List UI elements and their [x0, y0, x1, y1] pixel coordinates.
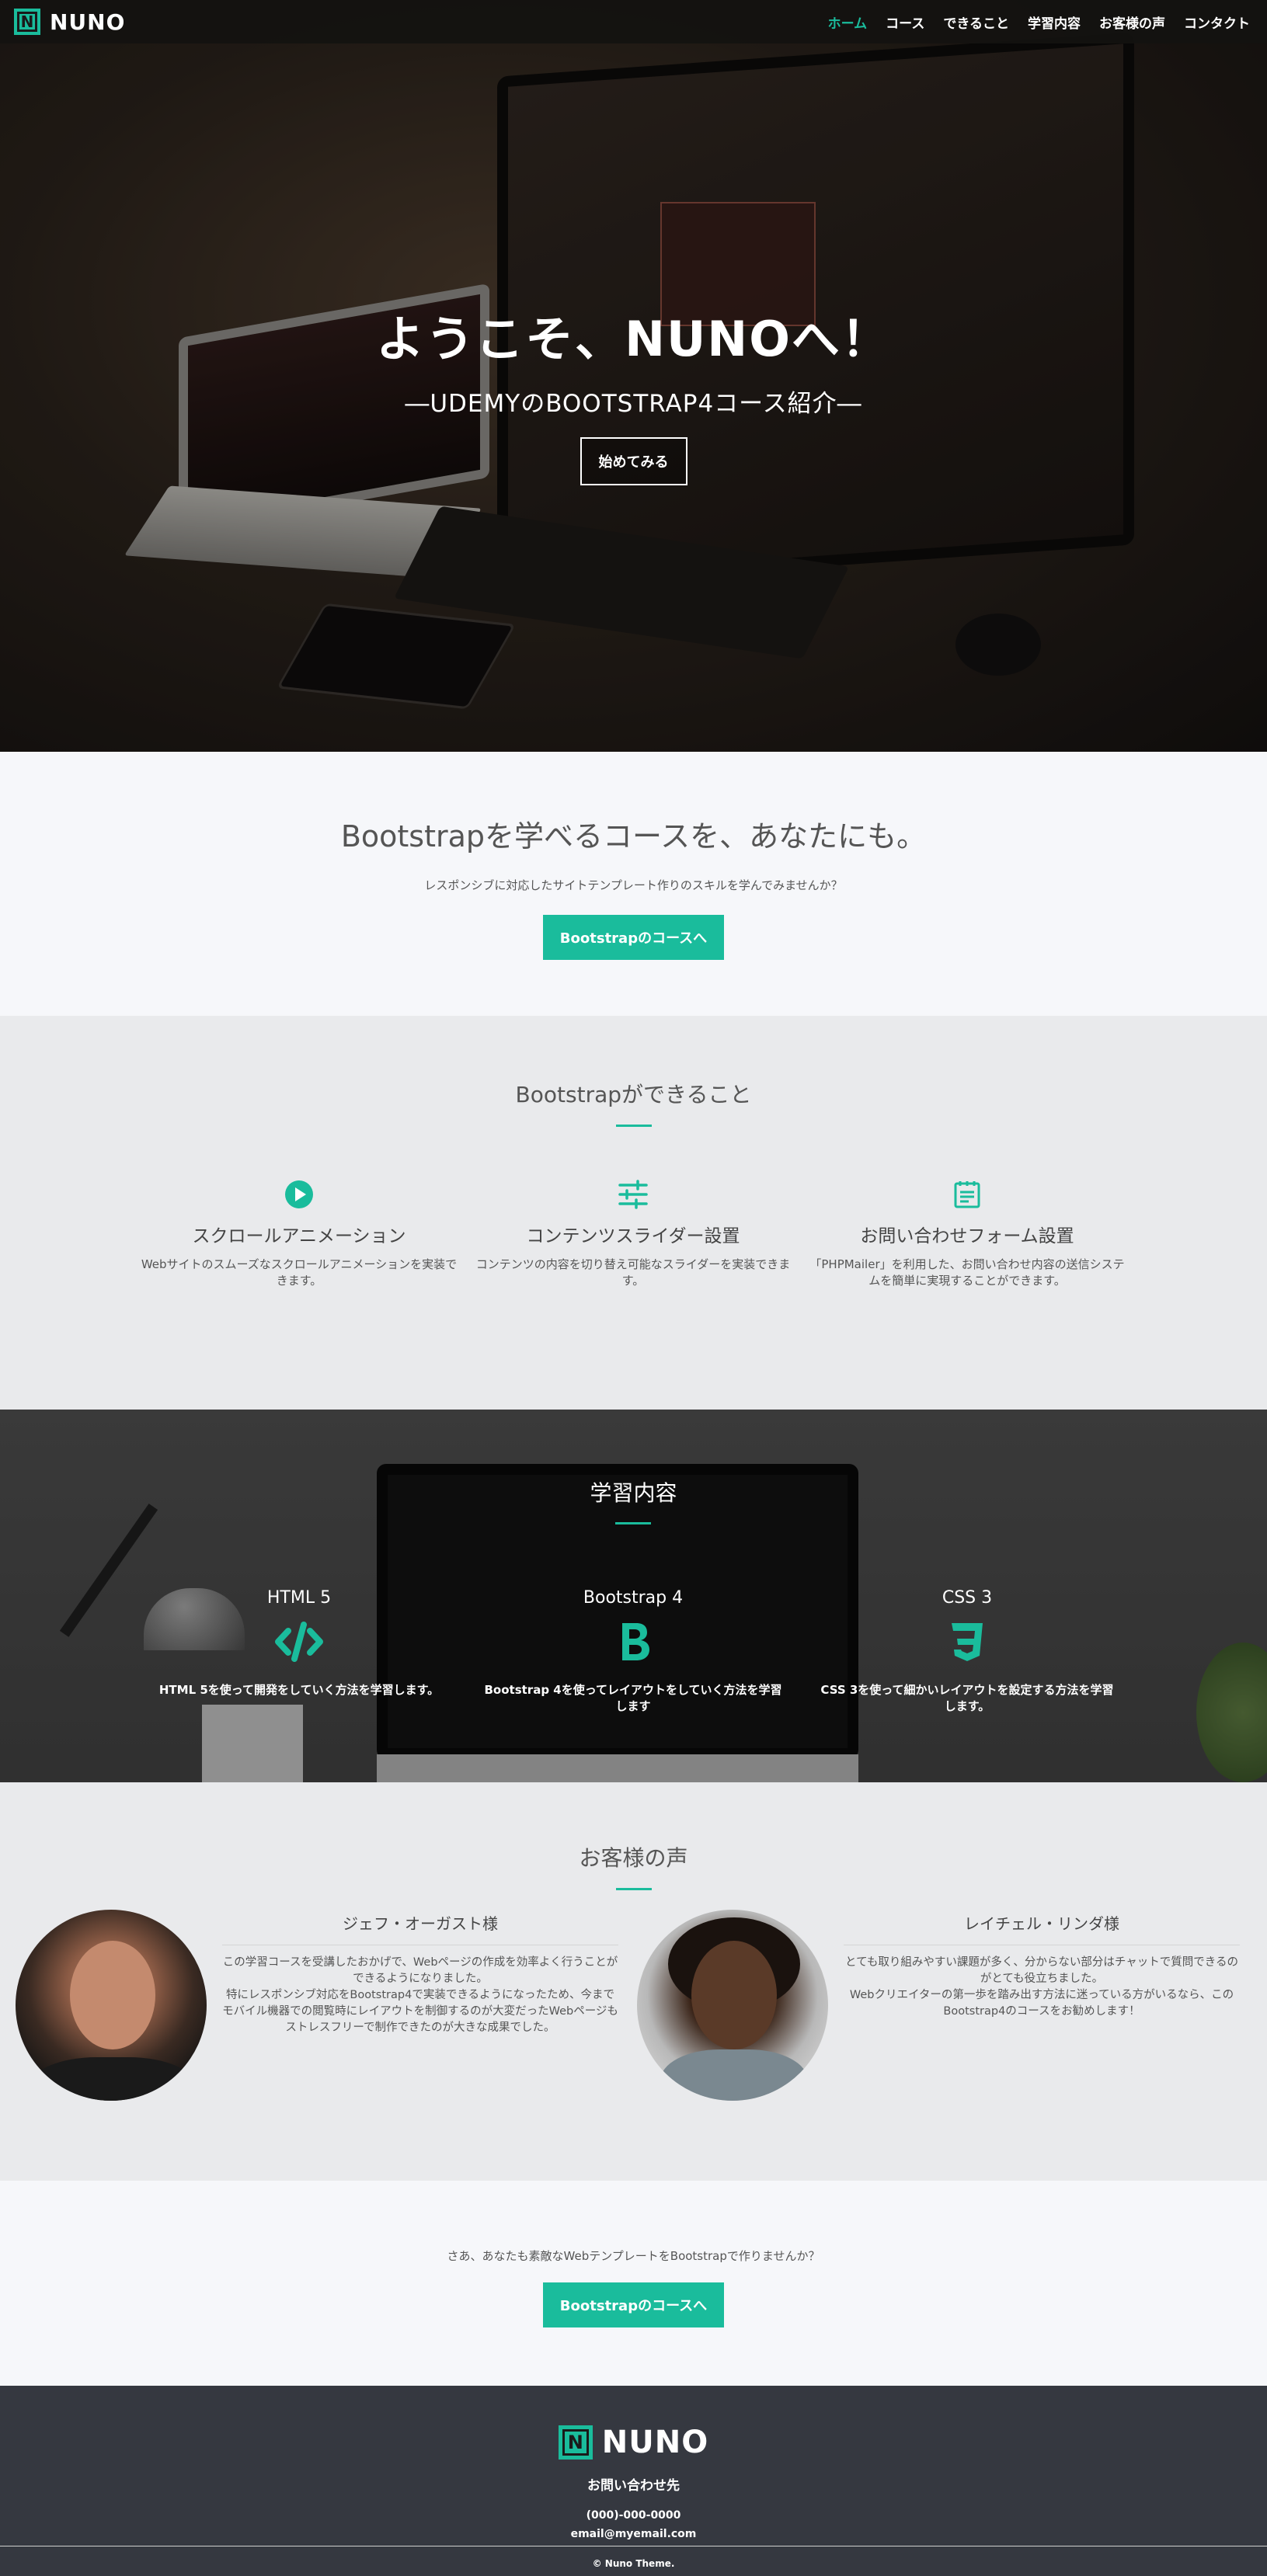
testimonial-text: Webクリエイターの第一歩を踏み出す方法に迷っている方がいるなら、このBoots… [849, 1989, 1234, 2018]
start-button[interactable]: 始めてみる [580, 437, 687, 485]
learn-section: 学習内容 HTML 5 HTML 5を使って開発をしていく方法を学習します。 B… [0, 1410, 1267, 1782]
testimonial-text: 特にレスポンシブ対応をBootstrap4で実装できるようになったため、今までモ… [222, 1989, 618, 2034]
nav-item-features[interactable]: できること [943, 12, 1009, 32]
feature-item-scroll: スクロールアニメーション Webサイトのスムーズなスクロールアニメーションを実装… [132, 1179, 466, 1289]
learn-item-text: CSS 3を使って細かいレイアウトを設定する方法を学習します。 [820, 1683, 1114, 1713]
testimonial-text: この学習コースを受講したおかげで、Webページの作成を効率よく行うことができるよ… [222, 1956, 618, 1985]
avatar [16, 1910, 207, 2101]
navbar: N NUNO ホーム コース できること 学習内容 お客様の声 コンタクト [0, 0, 1267, 43]
feature-text: コンテンツの内容を切り替え可能なスライダーを実装できます。 [475, 1257, 791, 1288]
learn-item-title: HTML 5 [266, 1588, 332, 1608]
course-button[interactable]: Bootstrapのコースへ [542, 915, 725, 960]
logo-n-icon: N [14, 9, 40, 35]
cta-course-button[interactable]: Bootstrapのコースへ [542, 2282, 725, 2327]
testimonial-card: レイチェル・リンダ様 とても取り組みやすい課題が多く、分からない部分はチャットで… [637, 1910, 1258, 2101]
feature-text: Webサイトのスムーズなスクロールアニメーションを実装できます。 [141, 1257, 458, 1288]
learn-item-title: Bootstrap 4 [583, 1588, 684, 1608]
nav-item-contact[interactable]: コンタクト [1184, 12, 1250, 32]
feature-text: 「PHPMailer」を利用した、お問い合わせ内容の送信システムを簡単に実現する… [809, 1257, 1125, 1288]
learn-item-css3: CSS 3 CSS 3を使って細かいレイアウトを設定する方法を学習します。 [800, 1588, 1134, 1715]
features-section: Bootstrapができること スクロールアニメーション Webサイトのスムーズ… [0, 1016, 1267, 1410]
logo-n-icon: N [558, 2425, 593, 2460]
bootstrap-icon [622, 1623, 649, 1660]
sliders-icon [618, 1180, 648, 1209]
testimonial-name: レイチェル・リンダ様 [964, 1914, 1119, 1933]
feature-item-slider: コンテンツスライダー設置 コンテンツの内容を切り替え可能なスライダーを実装できま… [466, 1179, 800, 1289]
footer-logo[interactable]: N NUNO [0, 2425, 1267, 2460]
hero-section: ようこそ、NUNOへ！ ―UDEMYのBOOTSTRAP4コース紹介― 始めてみ… [0, 0, 1267, 752]
nav-item-course[interactable]: コース [886, 12, 924, 32]
intro-section: Bootstrapを学べるコースを、あなたにも。 レスポンシブに対応したサイトテ… [0, 752, 1267, 1016]
voices-section: お客様の声 ジェフ・オーガスト様 この学習コースを受講したおかげで、Webページ… [0, 1782, 1267, 2181]
footer-contact-title: お問い合わせ先 [587, 2478, 680, 2494]
code-icon [275, 1622, 323, 1662]
learn-item-text: Bootstrap 4を使ってレイアウトをしていく方法を学習します [484, 1683, 782, 1713]
features-title: Bootstrapができること [515, 1082, 752, 1107]
nav-item-voices[interactable]: お客様の声 [1099, 12, 1165, 32]
intro-text: レスポンシブに対応したサイトテンプレート作りのスキルを学んでみませんか？ [424, 878, 843, 892]
feature-title: お問い合わせフォーム設置 [860, 1226, 1074, 1246]
cta-section: さあ、あなたも素敵なWebテンプレートをBootstrapで作りませんか？ Bo… [0, 2181, 1267, 2386]
learn-item-text: HTML 5を使って開発をしていく方法を学習します。 [158, 1683, 440, 1697]
footer: N NUNO お問い合わせ先 (000)-000-0000 email@myem… [0, 2386, 1267, 2576]
brand-name: NUNO [50, 9, 126, 35]
learn-item-title: CSS 3 [942, 1588, 993, 1608]
form-icon [954, 1181, 980, 1208]
brand-logo[interactable]: N NUNO [14, 9, 125, 35]
copyright: © Nuno Theme. [592, 2558, 675, 2569]
footer-email[interactable]: email@myemail.com [0, 2528, 1267, 2540]
testimonial-card: ジェフ・オーガスト様 この学習コースを受講したおかげで、Webページの作成を効率… [16, 1910, 637, 2101]
feature-title: スクロールアニメーション [192, 1226, 406, 1246]
intro-title: Bootstrapを学べるコースを、あなたにも。 [340, 819, 927, 853]
nav-item-home[interactable]: ホーム [828, 12, 868, 32]
title-divider [615, 1888, 652, 1890]
feature-title: コンテンツスライダー設置 [526, 1226, 740, 1246]
title-divider [615, 1522, 651, 1524]
feature-item-form: お問い合わせフォーム設置 「PHPMailer」を利用した、お問い合わせ内容の送… [800, 1179, 1134, 1289]
hero-content: ようこそ、NUNOへ！ ―UDEMYのBOOTSTRAP4コース紹介― 始めてみ… [0, 300, 1267, 485]
voices-title: お客様の声 [579, 1845, 688, 1871]
testimonial-name: ジェフ・オーガスト様 [343, 1914, 498, 1933]
avatar [637, 1910, 828, 2101]
nav-menu: ホーム コース できること 学習内容 お客様の声 コンタクト [828, 12, 1250, 32]
footer-phone[interactable]: (000)-000-0000 [0, 2509, 1267, 2522]
testimonial-text: とても取り組みやすい課題が多く、分からない部分はチャットで質問できるのがとても役… [845, 1956, 1238, 1985]
footer-brand-name: NUNO [601, 2425, 709, 2460]
learn-title: 学習内容 [590, 1480, 677, 1506]
learn-item-bootstrap: Bootstrap 4 Bootstrap 4を使ってレイアウトをしていく方法を… [466, 1588, 800, 1715]
nav-item-learn[interactable]: 学習内容 [1028, 12, 1081, 32]
hero-title: ようこそ、NUNOへ！ [376, 311, 891, 367]
learn-item-html5: HTML 5 HTML 5を使って開発をしていく方法を学習します。 [132, 1588, 466, 1715]
cta-text: さあ、あなたも素敵なWebテンプレートをBootstrapで作りませんか？ [447, 2249, 820, 2263]
hero-subtitle: ―UDEMYのBOOTSTRAP4コース紹介― [405, 390, 862, 418]
css3-icon [952, 1623, 983, 1661]
play-circle-icon [285, 1180, 313, 1208]
title-divider [615, 1125, 652, 1127]
